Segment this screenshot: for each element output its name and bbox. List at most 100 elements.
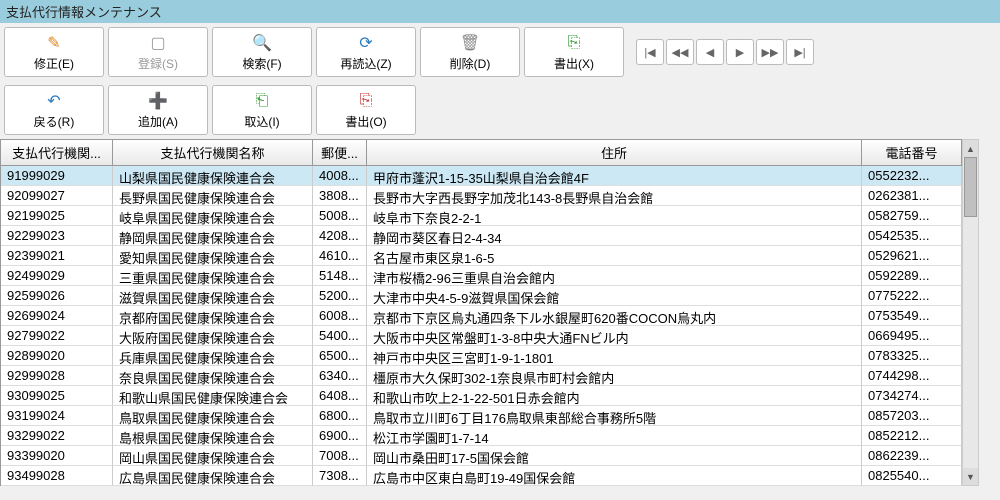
data-grid[interactable]: 支払代行機関... 支払代行機関名称 郵便... 住所 電話番号 9199902… bbox=[0, 139, 962, 486]
disk-icon: ▢ bbox=[150, 33, 165, 53]
nav-first-button[interactable]: |◀ bbox=[636, 39, 664, 65]
cell-post: 5200... bbox=[313, 286, 367, 306]
col-header-code[interactable]: 支払代行機関... bbox=[1, 140, 113, 166]
table-row[interactable]: 92899020兵庫県国民健康保険連合会6500...神戸市中央区三宮町1-9-… bbox=[1, 346, 962, 366]
import-button[interactable]: ⎗ 取込(I) bbox=[212, 85, 312, 135]
table-row[interactable]: 93499028広島県国民健康保険連合会7308...広島市中区東白島町19-4… bbox=[1, 466, 962, 486]
undo-icon: ↶ bbox=[47, 91, 60, 111]
cell-addr: 長野市大字西長野字加茂北143-8長野県自治会館 bbox=[367, 186, 862, 206]
import-icon: ⎗ bbox=[256, 91, 269, 111]
nav-next-button[interactable]: ▶ bbox=[726, 39, 754, 65]
cell-addr: 岡山市桑田町17-5国保会館 bbox=[367, 446, 862, 466]
cell-code: 92099027 bbox=[1, 186, 113, 206]
export-icon: ⎘ bbox=[568, 33, 581, 53]
export2-button[interactable]: ⎘ 書出(O) bbox=[316, 85, 416, 135]
cell-addr: 広島市中区東白島町19-49国保会館 bbox=[367, 466, 862, 486]
col-header-name[interactable]: 支払代行機関名称 bbox=[113, 140, 313, 166]
cell-tel: 0744298... bbox=[862, 366, 962, 386]
table-row[interactable]: 93299022島根県国民健康保険連合会6900...松江市学園町1-7-140… bbox=[1, 426, 962, 446]
cell-tel: 0592289... bbox=[862, 266, 962, 286]
toolbar-main: ✎ 修正(E) ▢ 登録(S) 🔍 検索(F) ⟳ 再読込(Z) 🗑 削除(D)… bbox=[0, 23, 1000, 81]
cell-name: 静岡県国民健康保険連合会 bbox=[113, 226, 313, 246]
table-row[interactable]: 92799022大阪府国民健康保険連合会5400...大阪市中央区常盤町1-3-… bbox=[1, 326, 962, 346]
cell-post: 6340... bbox=[313, 366, 367, 386]
cell-tel: 0857203... bbox=[862, 406, 962, 426]
scroll-thumb[interactable] bbox=[964, 157, 977, 217]
table-row[interactable]: 92499029三重県国民健康保険連合会5148...津市桜橋2-96三重県自治… bbox=[1, 266, 962, 286]
cell-code: 92499029 bbox=[1, 266, 113, 286]
cell-addr: 岐阜市下奈良2-2-1 bbox=[367, 206, 862, 226]
cell-name: 愛知県国民健康保険連合会 bbox=[113, 246, 313, 266]
table-row[interactable]: 92199025岐阜県国民健康保険連合会5008...岐阜市下奈良2-2-105… bbox=[1, 206, 962, 226]
table-row[interactable]: 92999028奈良県国民健康保険連合会6340...橿原市大久保町302-1奈… bbox=[1, 366, 962, 386]
add-button[interactable]: ➕ 追加(A) bbox=[108, 85, 208, 135]
cell-tel: 0582759... bbox=[862, 206, 962, 226]
col-header-post[interactable]: 郵便... bbox=[313, 140, 367, 166]
cell-addr: 橿原市大久保町302-1奈良県市町村会館内 bbox=[367, 366, 862, 386]
cell-tel: 0753549... bbox=[862, 306, 962, 326]
cell-name: 広島県国民健康保険連合会 bbox=[113, 466, 313, 486]
edit-button[interactable]: ✎ 修正(E) bbox=[4, 27, 104, 77]
cell-post: 4208... bbox=[313, 226, 367, 246]
cell-name: 岐阜県国民健康保険連合会 bbox=[113, 206, 313, 226]
cell-code: 92799022 bbox=[1, 326, 113, 346]
table-row[interactable]: 92099027長野県国民健康保険連合会3808...長野市大字西長野字加茂北1… bbox=[1, 186, 962, 206]
table-row[interactable]: 93399020岡山県国民健康保険連合会7008...岡山市桑田町17-5国保会… bbox=[1, 446, 962, 466]
table-row[interactable]: 92699024京都府国民健康保険連合会6008...京都市下京区烏丸通四条下ル… bbox=[1, 306, 962, 326]
cell-name: 長野県国民健康保険連合会 bbox=[113, 186, 313, 206]
cell-post: 5148... bbox=[313, 266, 367, 286]
scroll-track[interactable] bbox=[963, 157, 978, 468]
cell-code: 93399020 bbox=[1, 446, 113, 466]
nav-next-page-button[interactable]: ▶▶ bbox=[756, 39, 784, 65]
nav-buttons: |◀ ◀◀ ◀ ▶ ▶▶ ▶| bbox=[636, 39, 814, 65]
cell-addr: 名古屋市東区泉1-6-5 bbox=[367, 246, 862, 266]
cell-code: 93499028 bbox=[1, 466, 113, 486]
cell-name: 和歌山県国民健康保険連合会 bbox=[113, 386, 313, 406]
table-row[interactable]: 92599026滋賀県国民健康保険連合会5200...大津市中央4-5-9滋賀県… bbox=[1, 286, 962, 306]
table-row[interactable]: 93199024鳥取県国民健康保険連合会6800...鳥取市立川町6丁目176鳥… bbox=[1, 406, 962, 426]
cell-post: 4610... bbox=[313, 246, 367, 266]
cell-post: 4008... bbox=[313, 166, 367, 186]
cell-name: 滋賀県国民健康保険連合会 bbox=[113, 286, 313, 306]
cell-code: 93199024 bbox=[1, 406, 113, 426]
table-row[interactable]: 93099025和歌山県国民健康保険連合会6408...和歌山市吹上2-1-22… bbox=[1, 386, 962, 406]
cell-addr: 和歌山市吹上2-1-22-501日赤会館内 bbox=[367, 386, 862, 406]
cell-addr: 津市桜橋2-96三重県自治会館内 bbox=[367, 266, 862, 286]
table-row[interactable]: 91999029山梨県国民健康保険連合会4008...甲府市蓬沢1-15-35山… bbox=[1, 166, 962, 186]
nav-prev-page-button[interactable]: ◀◀ bbox=[666, 39, 694, 65]
refresh-icon: ⟳ bbox=[359, 33, 372, 53]
cell-post: 7008... bbox=[313, 446, 367, 466]
cell-name: 山梨県国民健康保険連合会 bbox=[113, 166, 313, 186]
cell-name: 島根県国民健康保険連合会 bbox=[113, 426, 313, 446]
cell-tel: 0529621... bbox=[862, 246, 962, 266]
table-row[interactable]: 92399021愛知県国民健康保険連合会4610...名古屋市東区泉1-6-50… bbox=[1, 246, 962, 266]
cell-code: 92299023 bbox=[1, 226, 113, 246]
cell-code: 92999028 bbox=[1, 366, 113, 386]
cell-addr: 鳥取市立川町6丁目176鳥取県東部総合事務所5階 bbox=[367, 406, 862, 426]
cell-post: 6800... bbox=[313, 406, 367, 426]
export-button[interactable]: ⎘ 書出(X) bbox=[524, 27, 624, 77]
cell-code: 91999029 bbox=[1, 166, 113, 186]
col-header-addr[interactable]: 住所 bbox=[367, 140, 862, 166]
scroll-up-icon[interactable]: ▲ bbox=[963, 140, 978, 157]
nav-prev-button[interactable]: ◀ bbox=[696, 39, 724, 65]
title-bar: 支払代行情報メンテナンス bbox=[0, 0, 1000, 23]
table-row[interactable]: 92299023静岡県国民健康保険連合会4208...静岡市葵区春日2-4-34… bbox=[1, 226, 962, 246]
cell-post: 6008... bbox=[313, 306, 367, 326]
col-header-tel[interactable]: 電話番号 bbox=[862, 140, 962, 166]
scroll-down-icon[interactable]: ▼ bbox=[963, 468, 978, 485]
cell-post: 5400... bbox=[313, 326, 367, 346]
delete-button[interactable]: 🗑 削除(D) bbox=[420, 27, 520, 77]
vertical-scrollbar[interactable]: ▲ ▼ bbox=[962, 139, 979, 486]
trash-icon: 🗑 bbox=[460, 33, 480, 53]
cell-post: 6900... bbox=[313, 426, 367, 446]
save-button[interactable]: ▢ 登録(S) bbox=[108, 27, 208, 77]
cell-tel: 0262381... bbox=[862, 186, 962, 206]
cell-addr: 静岡市葵区春日2-4-34 bbox=[367, 226, 862, 246]
back-button[interactable]: ↶ 戻る(R) bbox=[4, 85, 104, 135]
cell-name: 鳥取県国民健康保険連合会 bbox=[113, 406, 313, 426]
search-button[interactable]: 🔍 検索(F) bbox=[212, 27, 312, 77]
reload-button[interactable]: ⟳ 再読込(Z) bbox=[316, 27, 416, 77]
cell-tel: 0862239... bbox=[862, 446, 962, 466]
nav-last-button[interactable]: ▶| bbox=[786, 39, 814, 65]
